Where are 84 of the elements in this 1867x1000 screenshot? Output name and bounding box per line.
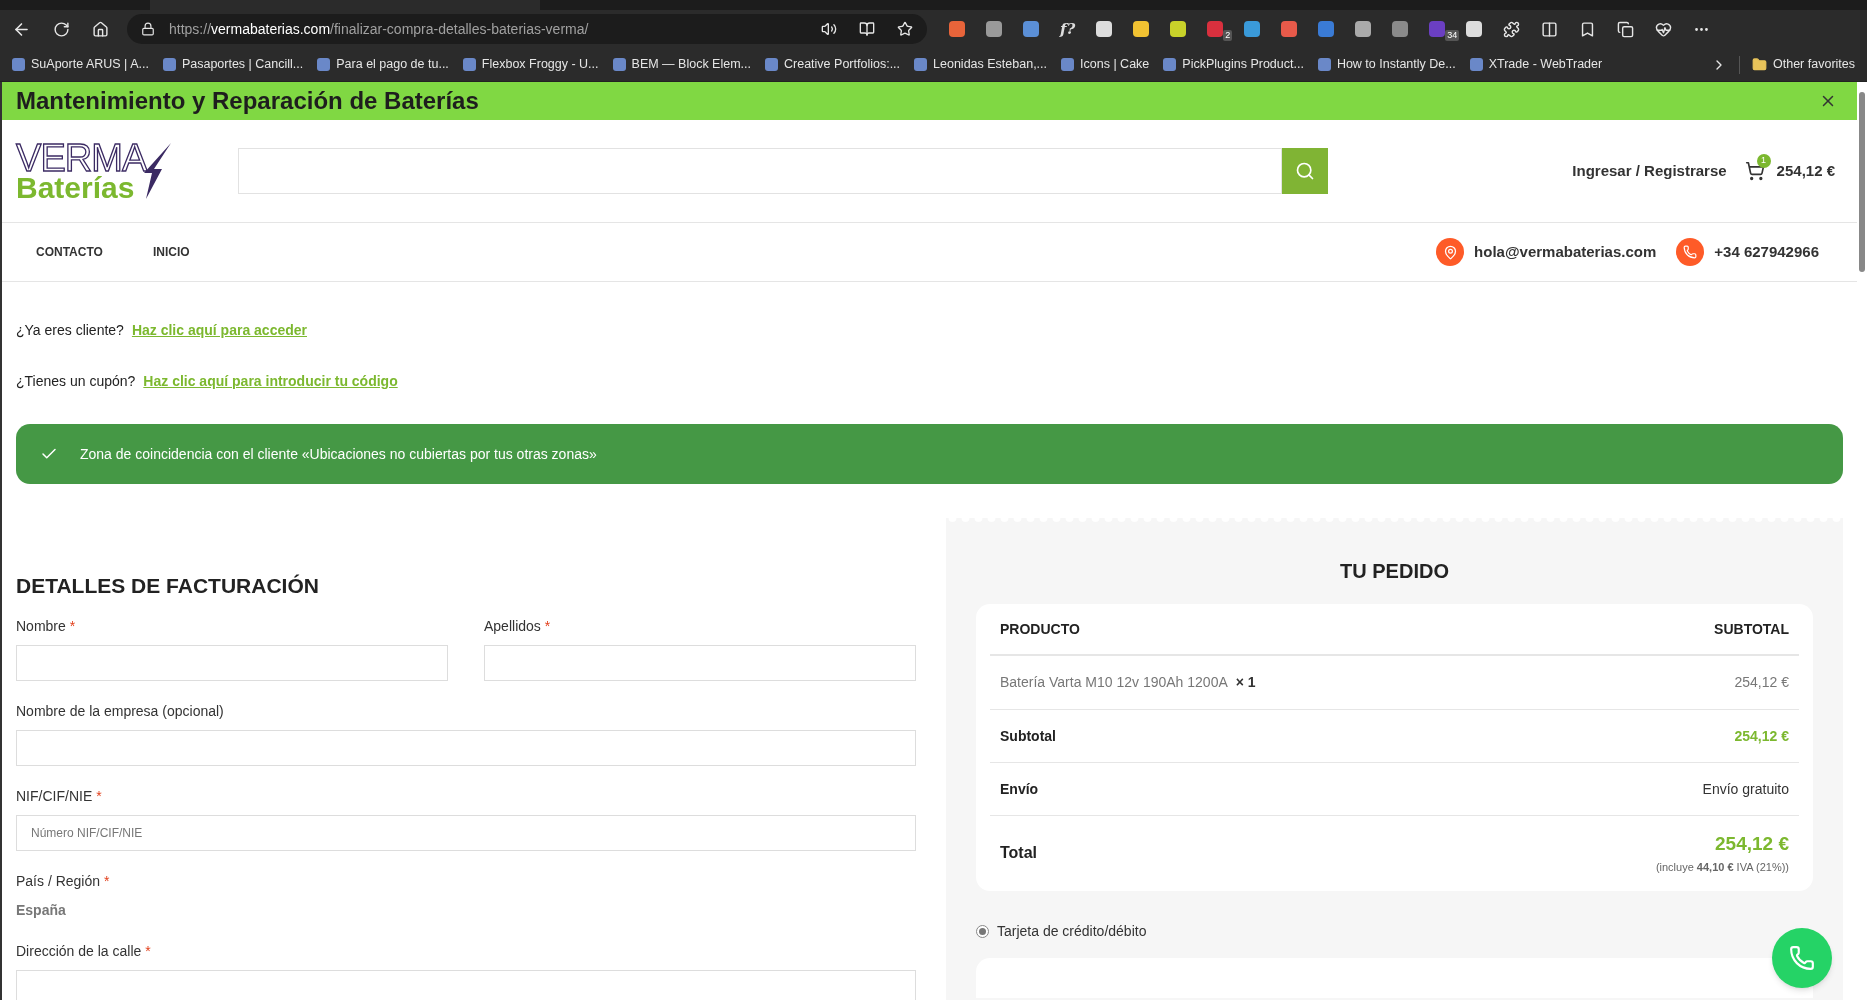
- nav-link[interactable]: INICIO: [152, 243, 190, 261]
- split-screen-icon[interactable]: [1541, 20, 1559, 38]
- nav-link[interactable]: CONTACTO: [36, 243, 103, 261]
- account-link[interactable]: Ingresar / Registrarse: [1572, 159, 1727, 183]
- field-label: Nombre de la empresa (opcional): [16, 701, 224, 721]
- required-mark: *: [544, 616, 551, 636]
- product-subtotal: 254,12 €: [1734, 673, 1789, 692]
- extension-icon[interactable]: [1244, 21, 1261, 37]
- bookmark-item[interactable]: XTrade - WebTrader: [1469, 55, 1603, 74]
- collections-icon[interactable]: [1617, 20, 1635, 38]
- extension-icon[interactable]: [1133, 21, 1150, 37]
- bookmark-item[interactable]: Pasaportes | Cancill...: [162, 55, 304, 74]
- tax-note: (incluye 44,10 € IVA (21%)): [1655, 859, 1789, 875]
- notice-text: ¿Ya eres cliente?: [16, 321, 124, 340]
- input-field[interactable]: [16, 729, 916, 766]
- extension-icon[interactable]: [1355, 21, 1372, 37]
- column-header: PRODUCTO: [1000, 619, 1080, 639]
- extension-icon[interactable]: [1466, 21, 1483, 37]
- input-field[interactable]: Número NIF/CIF/NIE: [16, 814, 916, 851]
- bookmark-item[interactable]: Creative Portfolios:...: [765, 55, 901, 74]
- field-label: País / Región: [16, 871, 101, 891]
- bookmark-item[interactable]: SuAporte ARUS | A...: [12, 55, 149, 74]
- subtotal-value: 254,12 €: [1734, 726, 1789, 746]
- product-name: Batería Varta M10 12v 190Ah 1200A × 1: [1000, 673, 1256, 692]
- shipping-value: Envío gratuito: [1702, 779, 1789, 799]
- banner-title: Mantenimiento y Reparación de Baterías: [16, 86, 479, 116]
- location-icon: [1436, 238, 1465, 266]
- bookmark-item[interactable]: Icons | Cake: [1061, 55, 1150, 74]
- notice-message: Zona de coincidencia con el cliente «Ubicaciones no cubiertas por tus otras zonas»: [80, 444, 597, 464]
- address-bar[interactable]: https://vermabaterias.com/finalizar-compra-detalles-baterias-verma/: [127, 14, 927, 44]
- required-mark: *: [69, 616, 76, 636]
- phone-icon: [1789, 945, 1815, 971]
- required-mark: *: [145, 941, 151, 961]
- required-mark: *: [96, 786, 102, 806]
- home-icon[interactable]: [92, 20, 109, 38]
- bookmark-item[interactable]: BEM — Block Elem...: [612, 55, 752, 74]
- cart-icon[interactable]: [1744, 161, 1765, 181]
- column-header: SUBTOTAL: [1714, 619, 1789, 639]
- bookmark-item[interactable]: PickPlugins Product...: [1163, 55, 1304, 74]
- cart-total: 254,12 €: [1776, 160, 1835, 181]
- input-field[interactable]: [16, 644, 448, 681]
- section-title: DETALLES DE FACTURACIÓN: [16, 573, 320, 599]
- extension-badge: 34: [1445, 30, 1460, 41]
- phone-icon: [1676, 238, 1705, 266]
- read-aloud-icon[interactable]: [821, 21, 837, 37]
- bookmark-item[interactable]: Flexbox Froggy - U...: [462, 55, 599, 74]
- field-label: Nombre: [16, 616, 66, 636]
- required-mark: *: [104, 871, 110, 891]
- extension-icon[interactable]: [1170, 21, 1187, 37]
- other-favorites[interactable]: Other favorites: [1752, 55, 1855, 74]
- input-field[interactable]: [16, 969, 916, 1000]
- url-text: https://vermabaterias.com/finalizar-compra-detalles-baterias-verma/: [169, 19, 589, 39]
- field-value: España: [16, 900, 67, 920]
- bookmark-item[interactable]: Leonidas Esteban,...: [914, 55, 1048, 74]
- order-title: TU PEDIDO: [1339, 559, 1450, 584]
- search-field[interactable]: [238, 148, 1282, 194]
- extensions-icon[interactable]: [1503, 20, 1521, 38]
- email-text[interactable]: hola@vermabaterias.com: [1474, 240, 1657, 264]
- shipping-label: Envío: [1000, 779, 1039, 799]
- field-label: Dirección de la calle: [16, 941, 142, 961]
- subtotal-label: Subtotal: [1000, 726, 1056, 746]
- phone-text[interactable]: +34 627942966: [1714, 240, 1819, 264]
- favorite-star-icon[interactable]: [897, 21, 913, 37]
- input-field[interactable]: [484, 644, 916, 681]
- extension-icon[interactable]: f?: [1060, 17, 1076, 41]
- notice-text: ¿Tienes un cupón?: [16, 372, 136, 391]
- field-label: NIF/CIF/NIE: [16, 786, 93, 806]
- extension-icon[interactable]: [1096, 21, 1113, 37]
- total-value: 254,12 €: [1715, 832, 1789, 856]
- performance-icon[interactable]: [1655, 20, 1673, 38]
- bookmark-item[interactable]: How to Instantly De...: [1317, 55, 1456, 74]
- refresh-icon[interactable]: [53, 20, 70, 38]
- reader-icon[interactable]: [859, 21, 875, 37]
- bookmark-item[interactable]: Para el pago de tu...: [317, 55, 449, 74]
- radio-button[interactable]: [976, 925, 989, 938]
- extension-badge: 2: [1223, 30, 1233, 41]
- payment-label[interactable]: Tarjeta de crédito/débito: [997, 921, 1147, 942]
- field-label: Apellidos: [484, 616, 541, 636]
- lock-icon: [141, 22, 155, 36]
- total-label: Total: [1000, 842, 1038, 863]
- logo[interactable]: VERMA Baterías: [16, 139, 201, 203]
- search-icon: [1295, 161, 1315, 181]
- folder-icon: [1752, 57, 1767, 72]
- cart-count: 1: [1756, 154, 1771, 168]
